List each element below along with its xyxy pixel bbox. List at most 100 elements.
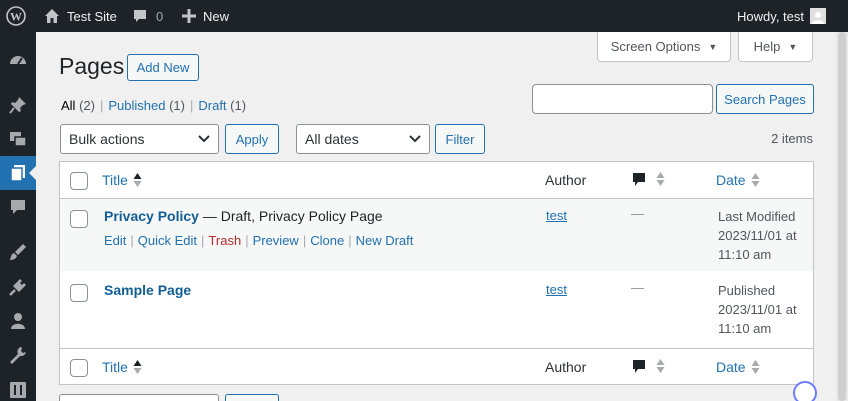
date-time: 11:10 am [718, 247, 772, 262]
comments-link[interactable]: 0 [132, 0, 163, 32]
site-name-label: Test Site [67, 8, 117, 24]
comment-bubble-icon [633, 172, 645, 186]
row-title-cell: Sample Page [104, 282, 191, 298]
filter-all-count: (2) [79, 98, 95, 113]
column-author-label: Author [545, 172, 587, 188]
pages-icon[interactable] [0, 156, 37, 190]
appearance-brush-icon[interactable] [0, 235, 36, 269]
date-status: Published [718, 283, 776, 298]
search-pages-button[interactable]: Search Pages [716, 84, 814, 114]
author-link[interactable]: test [546, 282, 567, 297]
filter-published-count: (1) [169, 98, 185, 113]
column-title-sort[interactable]: Title [102, 172, 142, 188]
status-filters: All (2) | Published (1) | Draft (1) [61, 98, 246, 113]
tools-wrench-icon[interactable] [0, 338, 36, 372]
new-content-link[interactable]: New [182, 0, 229, 32]
screen-options-button[interactable]: Screen Options ▼ [597, 32, 731, 62]
my-account-link[interactable]: Howdy, test [737, 0, 826, 32]
help-button[interactable]: Help ▼ [738, 32, 813, 62]
separator: | [201, 233, 205, 248]
search-input[interactable] [532, 84, 713, 114]
media-icon[interactable] [0, 122, 36, 156]
site-name-link[interactable]: Test Site [44, 0, 117, 32]
filter-button[interactable]: Filter [435, 124, 485, 154]
apply-button[interactable]: Apply [225, 124, 279, 154]
column-date-sort[interactable]: Date [716, 172, 760, 188]
sort-icon [133, 359, 142, 375]
comments-count: — [631, 206, 644, 221]
plus-icon [182, 9, 196, 23]
screen-options-label: Screen Options [610, 39, 701, 54]
apply-button-bottom[interactable] [225, 394, 279, 401]
plugins-icon[interactable] [0, 270, 36, 304]
separator: | [302, 233, 307, 248]
clone-link[interactable]: Clone [310, 233, 344, 248]
select-all-checkbox[interactable] [70, 359, 88, 377]
chevron-down-icon [198, 135, 210, 143]
bulk-actions-select-bottom[interactable] [59, 394, 219, 401]
posts-pin-icon[interactable] [0, 88, 36, 122]
trash-link[interactable]: Trash [208, 233, 241, 248]
column-comments-sort[interactable] [632, 358, 665, 374]
dates-select[interactable]: All dates [296, 124, 430, 154]
chevron-down-icon [409, 135, 421, 143]
assistant-widget-icon[interactable] [793, 381, 817, 401]
page-title-link[interactable]: Sample Page [104, 282, 191, 298]
filter-draft[interactable]: Draft (1) [198, 98, 246, 113]
comment-bubble-icon [134, 10, 146, 22]
author-link[interactable]: test [546, 208, 567, 223]
admin-menu [0, 32, 37, 401]
settings-icon[interactable] [0, 372, 36, 401]
sort-icon [751, 172, 760, 188]
quick-edit-link[interactable]: Quick Edit [138, 233, 197, 248]
filter-published[interactable]: Published (1) [108, 98, 185, 113]
scrollbar-thumb[interactable] [838, 32, 846, 401]
wordpress-logo-icon[interactable]: W [6, 0, 30, 32]
date-cell: Last Modified 2023/11/01 at 11:10 am [718, 207, 818, 264]
separator: | [130, 233, 134, 248]
filter-draft-count: (1) [230, 98, 247, 113]
filter-published-label: Published [108, 98, 166, 113]
sort-icon [656, 358, 665, 374]
date-value: 2023/11/01 at [718, 302, 797, 317]
sort-icon [656, 171, 665, 187]
sort-icon [751, 359, 760, 375]
scrollbar[interactable] [836, 32, 848, 401]
bulk-actions-value: Bulk actions [69, 131, 145, 147]
comment-bubble-icon [633, 359, 645, 373]
filter-draft-label: Draft [198, 98, 227, 113]
column-title-label: Title [102, 359, 128, 375]
date-value: 2023/11/01 at [718, 228, 797, 243]
table-row: Privacy Policy — Draft, Privacy Policy P… [60, 199, 813, 271]
row-actions: Edit | Quick Edit | Trash | Preview | Clone | New … [104, 233, 413, 248]
caret-down-icon: ▼ [788, 41, 798, 52]
filter-all[interactable]: All (2) [61, 98, 95, 113]
column-date-label: Date [716, 172, 746, 188]
preview-link[interactable]: Preview [253, 233, 299, 248]
bulk-actions-select[interactable]: Bulk actions [60, 124, 219, 154]
avatar [810, 8, 826, 24]
row-title-cell: Privacy Policy — Draft, Privacy Policy P… [104, 208, 383, 224]
add-new-button[interactable]: Add New [127, 54, 199, 81]
users-icon[interactable] [0, 304, 36, 338]
column-title-sort[interactable]: Title [102, 359, 142, 375]
select-all-checkbox[interactable] [70, 172, 88, 190]
separator: | [189, 98, 194, 113]
pages-table: Title Author Date Privacy Policy — Draft… [59, 161, 814, 385]
comments-icon[interactable] [0, 190, 36, 224]
row-checkbox[interactable] [70, 210, 88, 228]
dashboard-icon[interactable] [0, 43, 36, 77]
page-title-link[interactable]: Privacy Policy [104, 208, 199, 224]
svg-text:W: W [10, 10, 22, 24]
post-state: — Draft, Privacy Policy Page [198, 208, 383, 224]
table-row: Sample Page test — Published 2023/11/01 … [60, 271, 813, 347]
table-footer: Title Author Date [60, 348, 813, 385]
column-comments-sort[interactable] [632, 171, 665, 187]
separator: | [245, 233, 249, 248]
column-date-sort[interactable]: Date [716, 359, 760, 375]
row-checkbox[interactable] [70, 284, 88, 302]
column-title-label: Title [102, 172, 128, 188]
caret-down-icon: ▼ [708, 41, 718, 52]
new-draft-link[interactable]: New Draft [356, 233, 414, 248]
edit-link[interactable]: Edit [104, 233, 126, 248]
